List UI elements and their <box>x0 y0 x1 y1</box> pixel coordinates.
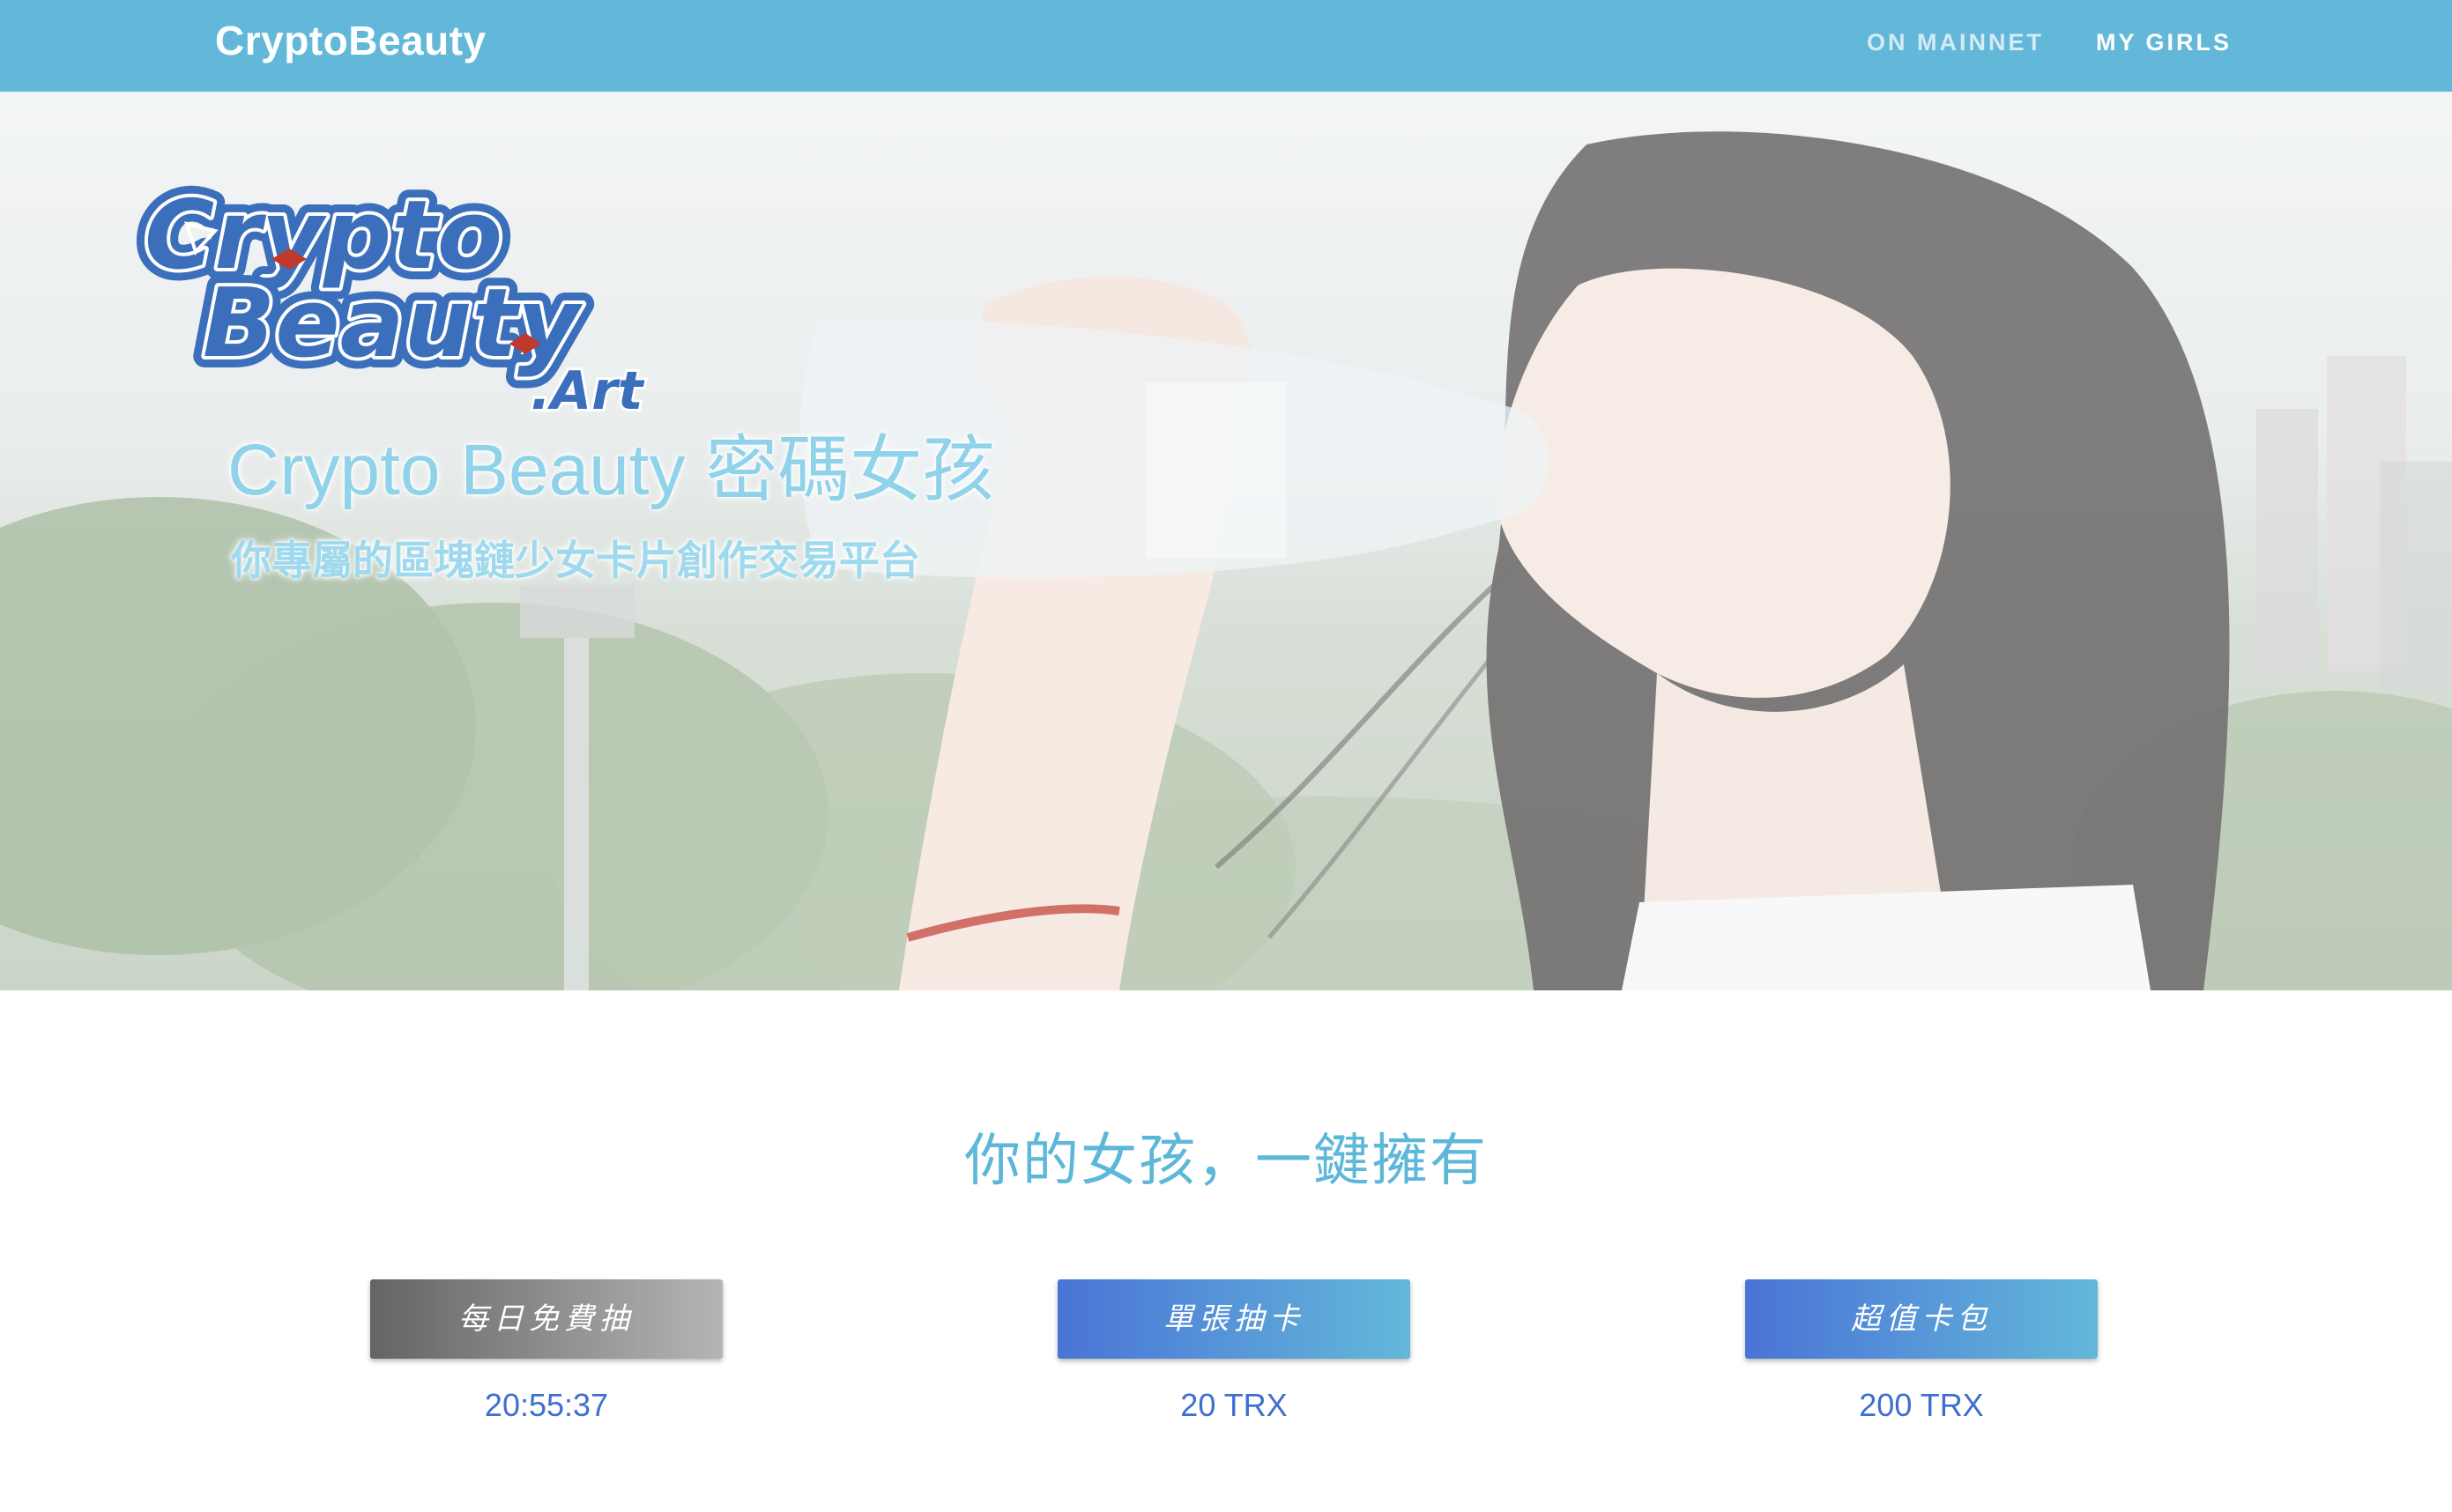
brand-link[interactable]: CryptoBeauty <box>215 16 487 65</box>
cryptobeauty-art-logo[interactable]: Crypto Crypto Crypto Beauty Beauty Beaut… <box>123 145 652 426</box>
card-pack-card: 超值卡包 200 TRX <box>1745 1279 2098 1427</box>
hero-title: Crypto Beauty 密碼女孩 <box>227 430 995 510</box>
daily-free-draw-button[interactable]: 每日免費抽 <box>370 1279 723 1359</box>
card-pack-price: 200 TRX <box>1859 1387 1984 1423</box>
top-navbar: CryptoBeauty ON MAINNET MY GIRLS <box>0 0 2452 92</box>
single-draw-button[interactable]: 單張抽卡 <box>1058 1279 1410 1359</box>
single-draw-card: 單張抽卡 20 TRX <box>1058 1279 1410 1427</box>
free-draw-countdown: 20:55:37 <box>484 1387 609 1423</box>
free-draw-card: 每日免費抽 20:55:37 <box>370 1279 723 1427</box>
value-card-pack-button[interactable]: 超值卡包 <box>1745 1279 2098 1359</box>
svg-text:Beauty: Beauty <box>203 269 583 379</box>
hero-subtitle: 你專屬的區塊鏈少女卡片創作交易平台 <box>231 537 920 583</box>
svg-text:.Art: .Art <box>531 360 645 422</box>
single-draw-price: 20 TRX <box>1180 1387 1288 1423</box>
nav-link-on-mainnet[interactable]: ON MAINNET <box>1867 26 2044 58</box>
nav-link-my-girls[interactable]: MY GIRLS <box>2096 26 2232 58</box>
hero-banner: Crypto Crypto Crypto Beauty Beauty Beaut… <box>0 92 2452 990</box>
section-heading: 你的女孩，一鍵擁有 <box>964 1129 1488 1192</box>
